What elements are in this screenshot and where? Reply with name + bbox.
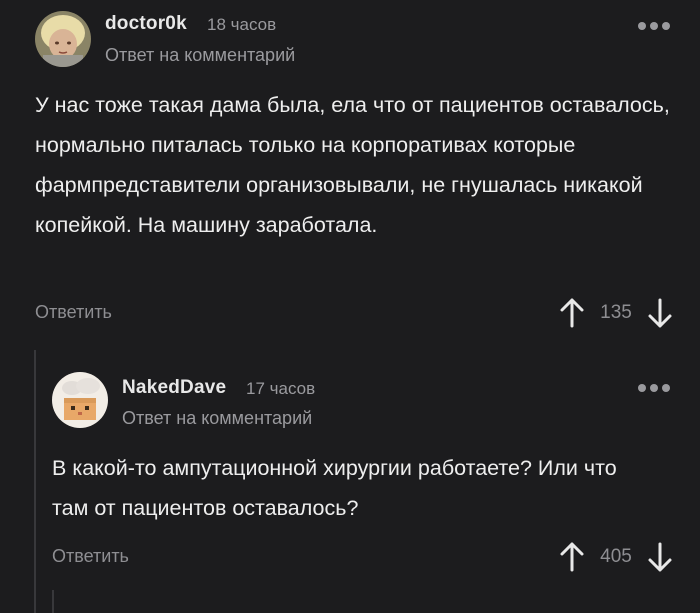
reply-button[interactable]: Ответить [35,302,112,323]
timestamp: 17 часов [246,379,316,398]
rating-count: 405 [600,546,632,567]
upvote-arrow-icon[interactable] [558,541,586,573]
avatar[interactable] [52,372,108,428]
downvote-arrow-icon[interactable] [646,297,674,329]
downvote-arrow-icon[interactable] [646,541,674,573]
comment-text: В какой-то ампутационной хирургии работа… [52,456,617,520]
username[interactable]: NakedDave [122,377,226,399]
thread-line [34,350,36,613]
child-photo-avatar-icon [35,11,91,67]
thread-line-nested [52,590,54,613]
more-options-icon[interactable] [638,384,670,392]
timestamp: 18 часов [207,15,277,34]
comment-text: У нас тоже такая дама была, ела что от п… [35,93,670,237]
comment: NakedDave 17 часов Ответ на комментарий … [52,350,700,590]
more-options-icon[interactable] [638,22,670,30]
reply-button[interactable]: Ответить [52,546,129,567]
upvote-arrow-icon[interactable] [558,297,586,329]
comment: doctor0k 18 часов Ответ на комментарий У… [0,0,700,340]
vote-controls: 405 [558,541,674,573]
rating-count: 135 [600,302,632,323]
reply-to-link[interactable]: Ответ на комментарий [105,45,295,66]
username[interactable]: doctor0k [105,13,187,35]
reply-to-link[interactable]: Ответ на комментарий [122,408,312,429]
pixel-cat-avatar-icon [52,372,108,428]
vote-controls: 135 [558,297,674,329]
avatar[interactable] [35,11,91,67]
